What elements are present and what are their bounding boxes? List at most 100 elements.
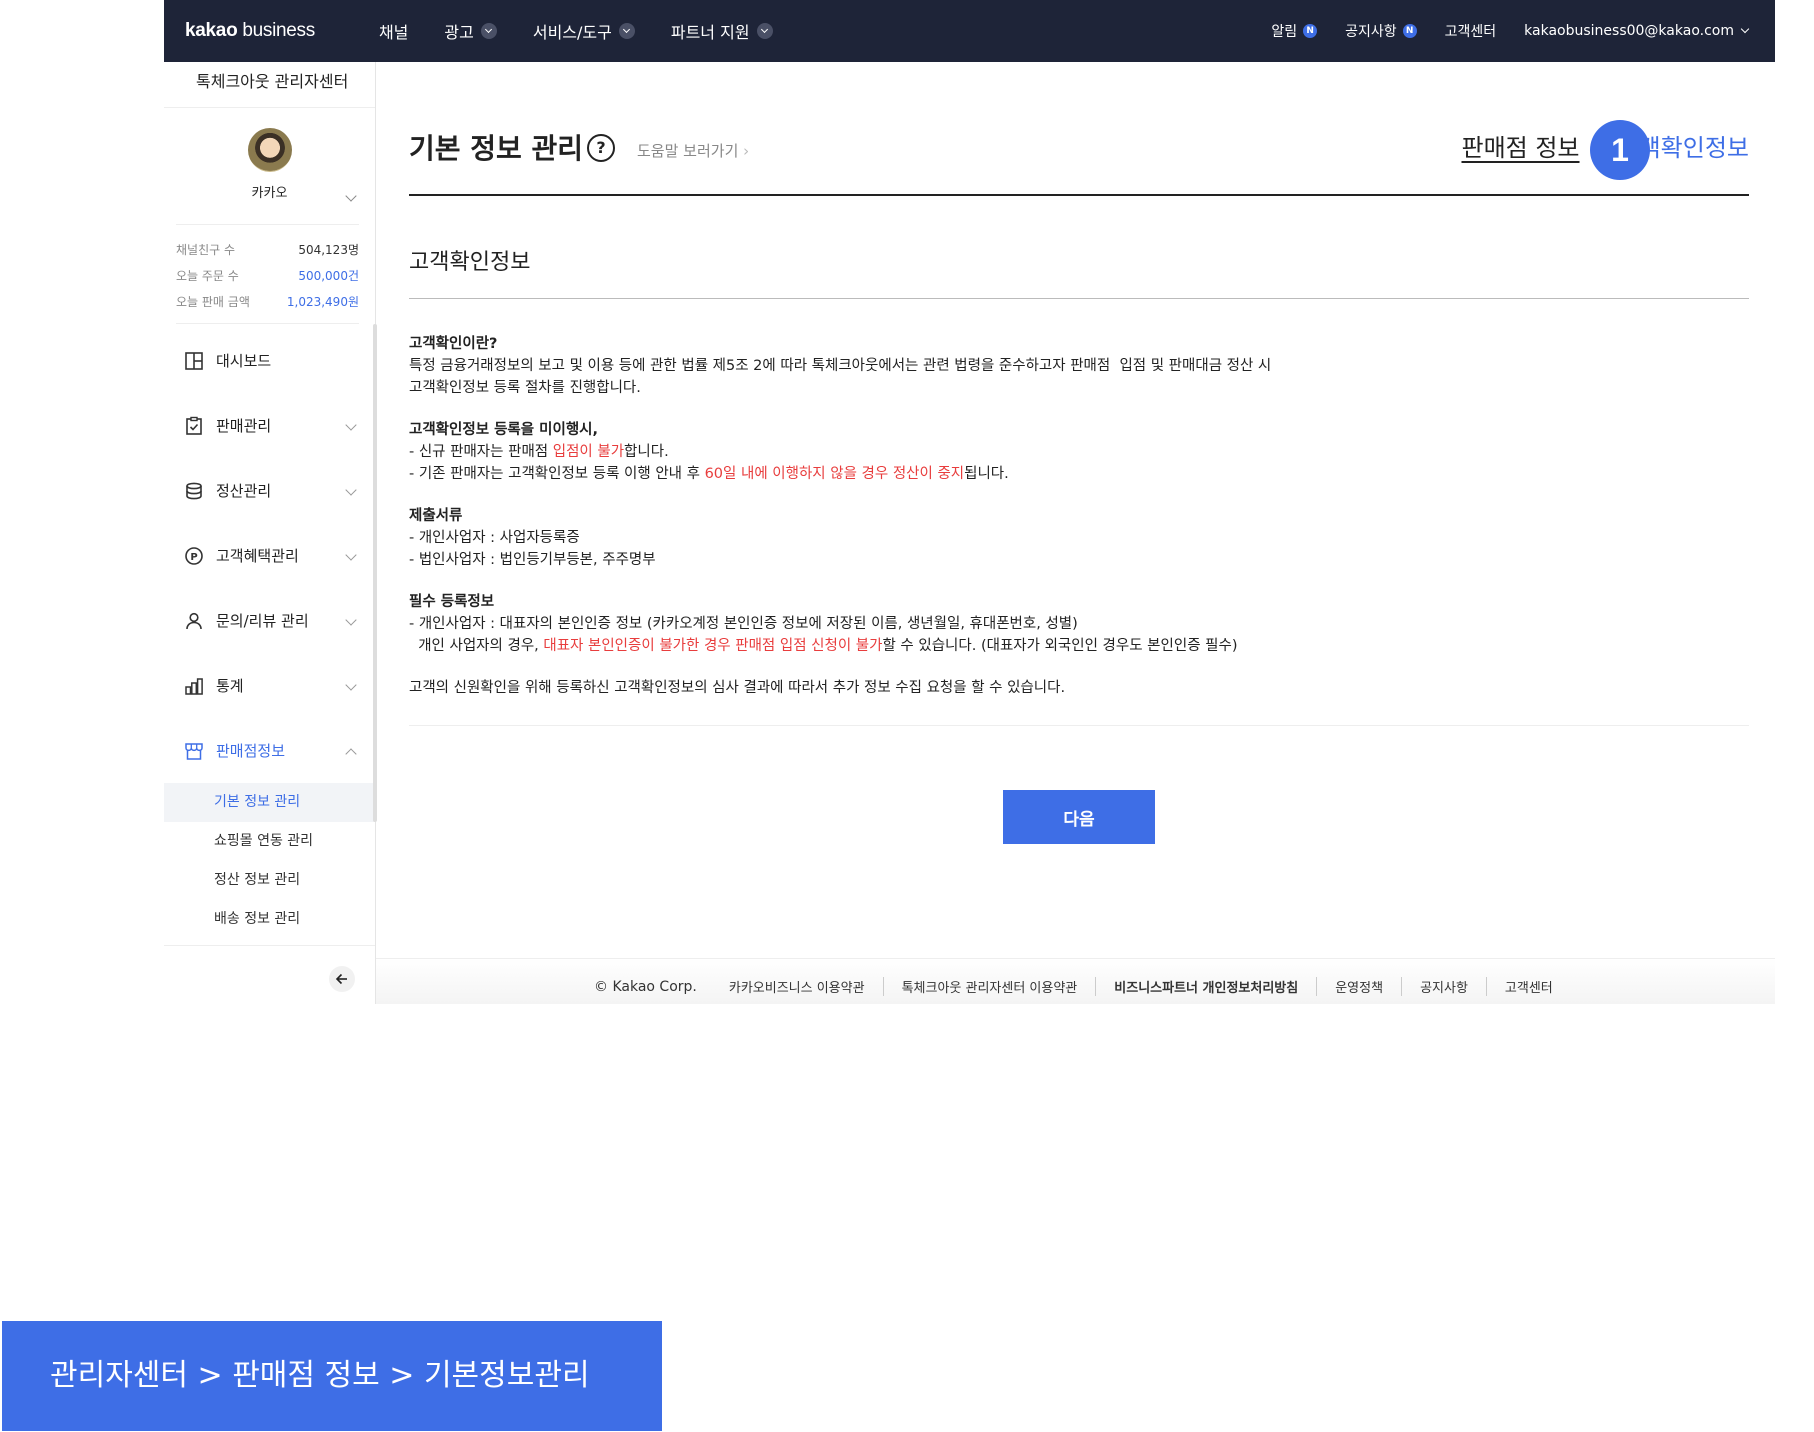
stat-label: 오늘 판매 금액 xyxy=(176,295,250,309)
info-line: 고객확인정보 등록 절차를 진행합니다. xyxy=(409,377,1749,399)
info-line: - 개인사업자 : 대표자의 본인인증 정보 (카카오계정 본인인증 정보에 저… xyxy=(409,613,1749,635)
info-text: 개인 사업자의 경우, xyxy=(409,638,544,654)
support-label: 고객센터 xyxy=(1444,24,1497,40)
info-block: 제출서류 - 개인사업자 : 사업자등록증 - 법인사업자 : 법인등기부등본, 주… xyxy=(409,505,1749,571)
sidebar-item-label: 통계 xyxy=(216,677,244,695)
stat-row: 오늘 판매 금액 1,023,490원 xyxy=(176,289,359,315)
sidebar-menu: 대시보드 판매관리 정산관리 P 고객혜택관리 문의/리뷰 관리 통계 판매점정… xyxy=(164,324,377,939)
chevron-down-icon xyxy=(756,23,773,39)
nav-item-label: 채널 xyxy=(378,23,409,42)
store-icon xyxy=(185,742,203,760)
chevron-down-icon xyxy=(345,679,357,691)
person-icon xyxy=(186,612,202,629)
kakao-business-logo[interactable]: kakao business xyxy=(185,20,315,42)
footer-link-notice[interactable]: 공지사항 xyxy=(1420,977,1487,996)
info-block-heading: 고객확인이란? xyxy=(409,336,498,352)
chevron-down-icon xyxy=(480,23,497,39)
chevron-right-icon: › xyxy=(743,142,750,160)
help-icon[interactable]: ? xyxy=(587,134,615,162)
info-text: - 개인사업자 : 사업자등록증 xyxy=(409,530,580,546)
info-text: - 신규 판매자는 판매점 xyxy=(409,444,553,460)
chevron-down-icon xyxy=(345,549,357,561)
section-title: 고객확인정보 xyxy=(409,244,1749,299)
sidebar-item-inquiry-review[interactable]: 문의/리뷰 관리 xyxy=(164,588,375,653)
sidebar-item-dashboard[interactable]: 대시보드 xyxy=(164,328,375,393)
footer-link-terms[interactable]: 카카오비즈니스 이용약관 xyxy=(729,977,884,996)
info-line: - 개인사업자 : 사업자등록증 xyxy=(409,527,1749,549)
utility-menu: 알림 N 공지사항 N 고객센터 kakaobusiness00@kakao.com xyxy=(1243,21,1750,41)
sidebar-collapse-button[interactable] xyxy=(329,966,355,992)
submenu-item-shipping-info[interactable]: 배송 정보 관리 xyxy=(164,900,375,939)
arrow-left-icon xyxy=(335,973,347,985)
notice-link[interactable]: 공지사항 N xyxy=(1345,21,1417,41)
sidebar-item-label: 문의/리뷰 관리 xyxy=(216,612,309,630)
chevron-down-icon xyxy=(345,484,357,496)
info-line: - 기존 판매자는 고객확인정보 등록 이행 안내 후 60일 내에 이행하지 … xyxy=(409,463,1749,485)
sidebar-item-label: 대시보드 xyxy=(216,352,272,370)
account-email: kakaobusiness00@kakao.com xyxy=(1524,23,1734,39)
warning-text: 입점이 불가 xyxy=(552,444,625,460)
chevron-down-icon xyxy=(345,419,357,431)
info-block: 필수 등록정보 - 개인사업자 : 대표자의 본인인증 정보 (카카오계정 본인인… xyxy=(409,591,1749,657)
footer-link-support[interactable]: 고객센터 xyxy=(1505,977,1571,996)
tab-store-info[interactable]: 판매점 정보 xyxy=(1461,128,1579,163)
nav-item-label: 파트너 지원 xyxy=(670,23,750,42)
footer-link-admin-terms[interactable]: 톡체크아웃 관리자센터 이용약관 xyxy=(902,977,1097,996)
next-button[interactable]: 다음 xyxy=(1003,790,1155,844)
info-text: 고객의 신원확인을 위해 등록하신 고객확인정보의 심사 결과에 따라서 추가 … xyxy=(409,680,1066,696)
sidebar-item-customer-benefits[interactable]: P 고객혜택관리 xyxy=(164,523,375,588)
stat-value[interactable]: 500,000건 xyxy=(298,263,359,289)
warning-text: 60일 내에 이행하지 않을 경우 정산이 중지 xyxy=(704,466,965,482)
info-line: 개인 사업자의 경우, 대표자 본인인증이 불가한 경우 판매점 입점 신청이 … xyxy=(409,635,1749,657)
info-line: 고객의 신원확인을 위해 등록하신 고객확인정보의 심사 결과에 따라서 추가 … xyxy=(409,677,1749,699)
store-info-submenu: 기본 정보 관리 쇼핑몰 연동 관리 정산 정보 관리 배송 정보 관리 xyxy=(164,783,375,939)
account-menu[interactable]: kakaobusiness00@kakao.com xyxy=(1524,23,1750,39)
sidebar-item-settlement[interactable]: 정산관리 xyxy=(164,458,375,523)
database-icon xyxy=(186,482,202,499)
stat-row: 채널친구 수 504,123명 xyxy=(176,237,359,263)
info-block: 고객확인이란? 특정 금융거래정보의 보고 및 이용 등에 관한 법률 제5조 2… xyxy=(409,333,1749,399)
chevron-down-icon xyxy=(618,23,635,39)
info-text: 합니다. xyxy=(624,444,669,460)
info-text: 고객확인정보 등록 절차를 진행합니다. xyxy=(409,380,641,396)
info-block: 고객확인정보 등록을 미이행시, - 신규 판매자는 판매점 입점이 불가합니다.… xyxy=(409,419,1749,485)
info-text: - 개인사업자 : 대표자의 본인인증 정보 (카카오계정 본인인증 정보에 저… xyxy=(409,616,1078,632)
sidebar-item-label: 판매관리 xyxy=(216,417,272,435)
support-link[interactable]: 고객센터 xyxy=(1445,21,1497,41)
submenu-item-mall-link[interactable]: 쇼핑몰 연동 관리 xyxy=(164,822,375,861)
sidebar: 톡체크아웃 관리자센터 카카오 채널친구 수 504,123명 오늘 주문 수 50… xyxy=(164,62,377,1004)
profile-switcher[interactable]: 카카오 xyxy=(164,108,375,224)
logo-sub: business xyxy=(237,20,315,41)
chevron-down-icon xyxy=(345,614,357,626)
page-header: 기본 정보 관리 ? 도움말 보러가기 › 판매점 정보 고객확인정보 xyxy=(409,62,1749,196)
clipboard-icon xyxy=(186,416,202,435)
nav-item-partner-support[interactable]: 파트너 지원 xyxy=(671,19,773,43)
sidebar-item-sales[interactable]: 판매관리 xyxy=(164,393,375,458)
nav-item-services[interactable]: 서비스/도구 xyxy=(533,19,635,43)
app-window: kakao business 채널 광고 서비스/도구 파트너 지원 알림 N 공… xyxy=(164,0,1775,1004)
page-title: 기본 정보 관리 xyxy=(409,132,584,165)
svg-text:P: P xyxy=(190,552,197,563)
stat-value[interactable]: 1,023,490원 xyxy=(287,289,359,315)
footer-link-privacy[interactable]: 비즈니스파트너 개인정보처리방침 xyxy=(1114,977,1318,996)
warning-text: 대표자 본인인증이 불가한 경우 판매점 입점 신청이 불가 xyxy=(543,638,883,654)
help-link-label: 도움말 보러가기 xyxy=(637,142,739,160)
footer-link-policy[interactable]: 운영정책 xyxy=(1335,977,1403,996)
info-block-heading: 고객확인정보 등록을 미이행시, xyxy=(409,422,599,438)
nav-item-channel[interactable]: 채널 xyxy=(379,19,408,43)
sidebar-item-label: 정산관리 xyxy=(216,482,272,500)
help-link[interactable]: 도움말 보러가기 › xyxy=(637,140,749,161)
submenu-item-basic-info[interactable]: 기본 정보 관리 xyxy=(164,783,375,822)
point-icon: P xyxy=(185,546,203,565)
stat-label: 오늘 주문 수 xyxy=(176,269,239,283)
channel-stats: 채널친구 수 504,123명 오늘 주문 수 500,000건 오늘 판매 금액 1… xyxy=(176,224,359,324)
sidebar-item-store-info[interactable]: 판매점정보 xyxy=(164,718,375,783)
nav-item-ads[interactable]: 광고 xyxy=(444,19,497,43)
info-text: - 기존 판매자는 고객확인정보 등록 이행 안내 후 xyxy=(409,466,705,482)
alert-link[interactable]: 알림 N xyxy=(1271,21,1318,41)
alert-label: 알림 xyxy=(1271,24,1298,40)
sidebar-item-statistics[interactable]: 통계 xyxy=(164,653,375,718)
info-line: - 법인사업자 : 법인등기부등본, 주주명부 xyxy=(409,549,1749,571)
submenu-item-settlement-info[interactable]: 정산 정보 관리 xyxy=(164,861,375,900)
copyright: © Kakao Corp. xyxy=(594,978,697,995)
